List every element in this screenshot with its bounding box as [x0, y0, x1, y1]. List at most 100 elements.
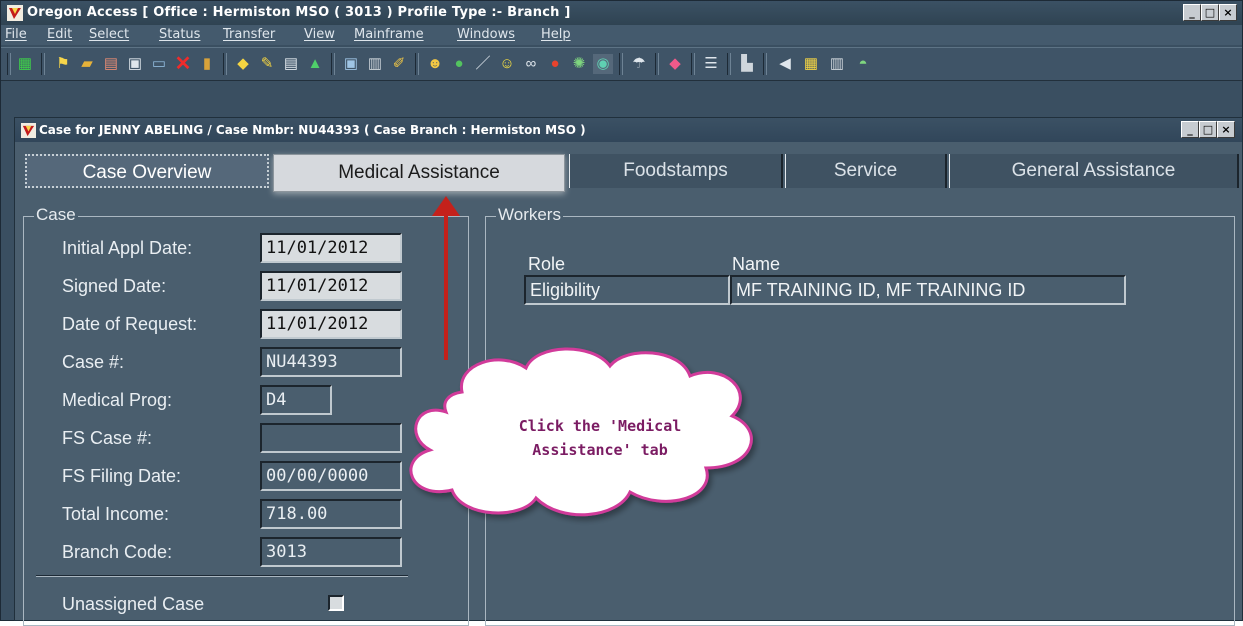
toolbar-separator	[727, 53, 731, 75]
tab-medical-assistance[interactable]: Medical Assistance	[273, 154, 565, 192]
clipboard-icon[interactable]: ▤	[281, 54, 301, 74]
worker-role-cell[interactable]: Eligibility	[524, 275, 730, 305]
callout-arrow-shaft	[444, 212, 448, 360]
menu-transfer[interactable]: Transfer	[223, 25, 275, 45]
triangle-icon[interactable]: ▲	[305, 54, 325, 74]
speaker-icon[interactable]: ◀	[775, 54, 795, 74]
workers-name-header: Name	[732, 254, 781, 274]
initial-appl-date-label: Initial Appl Date:	[62, 238, 193, 258]
case-group-label: Case	[34, 205, 78, 225]
open-folder-icon[interactable]: ▰	[77, 54, 97, 74]
menu-file[interactable]: File	[5, 25, 27, 45]
menu-view[interactable]: View	[304, 25, 335, 45]
case-divider	[36, 575, 408, 577]
menu-bar: File Edit Select Status Transfer View Ma…	[1, 25, 1242, 45]
menu-mainframe[interactable]: Mainframe	[354, 25, 424, 45]
main-title-bar[interactable]: Oregon Access [ Office : Hermiston MSO (…	[1, 1, 1242, 25]
case-window-title: Case for JENNY ABELING / Case Nmbr: NU44…	[39, 123, 586, 137]
menu-windows[interactable]: Windows	[457, 25, 515, 45]
fs-case-number-field	[260, 423, 402, 453]
case-maximize-button[interactable]: □	[1199, 121, 1217, 138]
fs-filing-date-label: FS Filing Date:	[62, 466, 182, 486]
branch-code-field: 3013	[260, 537, 402, 567]
diamond-icon[interactable]: ◆	[665, 54, 685, 74]
menu-select[interactable]: Select	[89, 25, 129, 45]
fs-filing-date-field: 00/00/0000	[260, 461, 402, 491]
callout-line-2: Assistance' tab	[532, 441, 668, 459]
toolbar: ▦ ⚑ ▰ ▤ ▣ ▭ ✕ ▮ ◆ ✎ ▤ ▲ ▣ ▥ ✐ ☻ ● ／ ☺ ∞ …	[1, 47, 1242, 81]
wand-icon[interactable]: ／	[473, 54, 493, 74]
cabinet-icon[interactable]: ▤	[101, 54, 121, 74]
case-window-controls: _ □ ×	[1181, 121, 1235, 139]
apple-icon[interactable]: ●	[545, 54, 565, 74]
pencil-icon[interactable]: ✐	[389, 54, 409, 74]
date-of-request-field[interactable]: 11/01/2012	[260, 309, 402, 339]
case-window-logo-icon	[21, 123, 36, 138]
menu-edit[interactable]: Edit	[47, 25, 72, 45]
pen-icon[interactable]: ✎	[257, 54, 277, 74]
medical-prog-field: D4	[260, 385, 332, 415]
print-icon[interactable]: ▭	[149, 54, 169, 74]
runner-icon[interactable]: ⚑	[53, 54, 73, 74]
workers-group-label: Workers	[496, 205, 563, 225]
case-close-button[interactable]: ×	[1217, 121, 1235, 138]
menu-help[interactable]: Help	[541, 25, 571, 45]
total-income-label: Total Income:	[62, 504, 170, 524]
fs-case-number-label: FS Case #:	[62, 428, 153, 448]
save-icon[interactable]: ▣	[125, 54, 145, 74]
total-income-field: 718.00	[260, 499, 402, 529]
toolbar-separator	[415, 53, 419, 75]
exit-door-icon[interactable]: ▮	[197, 54, 217, 74]
callout-line-1: Click the 'Medical	[518, 417, 682, 435]
helmet-icon[interactable]: ◓	[853, 54, 873, 74]
tab-general-assistance[interactable]: General Assistance	[949, 154, 1239, 188]
search-person-icon[interactable]: ☻	[425, 54, 445, 74]
toolbar-separator	[655, 53, 659, 75]
bag-icon[interactable]: ●	[449, 54, 469, 74]
grid-icon[interactable]: ▦	[801, 54, 821, 74]
delete-icon[interactable]: ✕	[173, 54, 193, 74]
thumbs-icon[interactable]: ◆	[233, 54, 253, 74]
glasses-icon[interactable]: ∞	[521, 54, 541, 74]
menu-status[interactable]: Status	[159, 25, 200, 45]
stack-icon[interactable]: ☰	[701, 54, 721, 74]
book-icon[interactable]: ▥	[827, 54, 847, 74]
branch-code-label: Branch Code:	[62, 542, 173, 562]
unassigned-case-label: Unassigned Case	[62, 594, 205, 614]
sparkle-icon[interactable]: ✺	[569, 54, 589, 74]
calculator-icon[interactable]: ▦	[15, 54, 35, 74]
callout-text: Click the 'Medical Assistance' tab	[470, 414, 730, 462]
main-window-controls: _ □ ×	[1183, 4, 1237, 22]
toolbar-separator	[7, 53, 11, 75]
tab-service[interactable]: Service	[785, 154, 947, 188]
stamp-icon[interactable]: ▣	[341, 54, 361, 74]
smiley-icon[interactable]: ☺	[497, 54, 517, 74]
toolbar-separator	[691, 53, 695, 75]
globe-icon[interactable]: ◉	[593, 54, 613, 74]
unassigned-case-checkbox[interactable]	[328, 595, 344, 611]
toolbar-separator	[41, 53, 45, 75]
callout-arrow-head	[432, 196, 460, 216]
toolbar-separator	[619, 53, 623, 75]
date-of-request-label: Date of Request:	[62, 314, 198, 334]
worker-name-cell[interactable]: MF TRAINING ID, MF TRAINING ID	[730, 275, 1126, 305]
trash-icon[interactable]: ▥	[365, 54, 385, 74]
case-window-title-bar[interactable]: Case for JENNY ABELING / Case Nmbr: NU44…	[15, 118, 1242, 142]
tab-case-overview[interactable]: Case Overview	[25, 154, 269, 188]
toolbar-separator	[223, 53, 227, 75]
workers-role-header: Role	[528, 254, 566, 274]
main-window-title: Oregon Access [ Office : Hermiston MSO (…	[27, 5, 571, 20]
initial-appl-date-field[interactable]: 11/01/2012	[260, 233, 402, 263]
case-number-label: Case #:	[62, 352, 125, 372]
tab-foodstamps[interactable]: Foodstamps	[569, 154, 783, 188]
app-logo-icon	[7, 5, 23, 21]
signed-date-field[interactable]: 11/01/2012	[260, 271, 402, 301]
case-minimize-button[interactable]: _	[1181, 121, 1199, 138]
case-number-field: NU44393	[260, 347, 402, 377]
maximize-button[interactable]: □	[1201, 4, 1219, 21]
toolbar-separator	[331, 53, 335, 75]
minimize-button[interactable]: _	[1183, 4, 1201, 21]
close-button[interactable]: ×	[1219, 4, 1237, 21]
chart-icon[interactable]: ▙	[737, 54, 757, 74]
umbrella-icon[interactable]: ☂	[629, 54, 649, 74]
